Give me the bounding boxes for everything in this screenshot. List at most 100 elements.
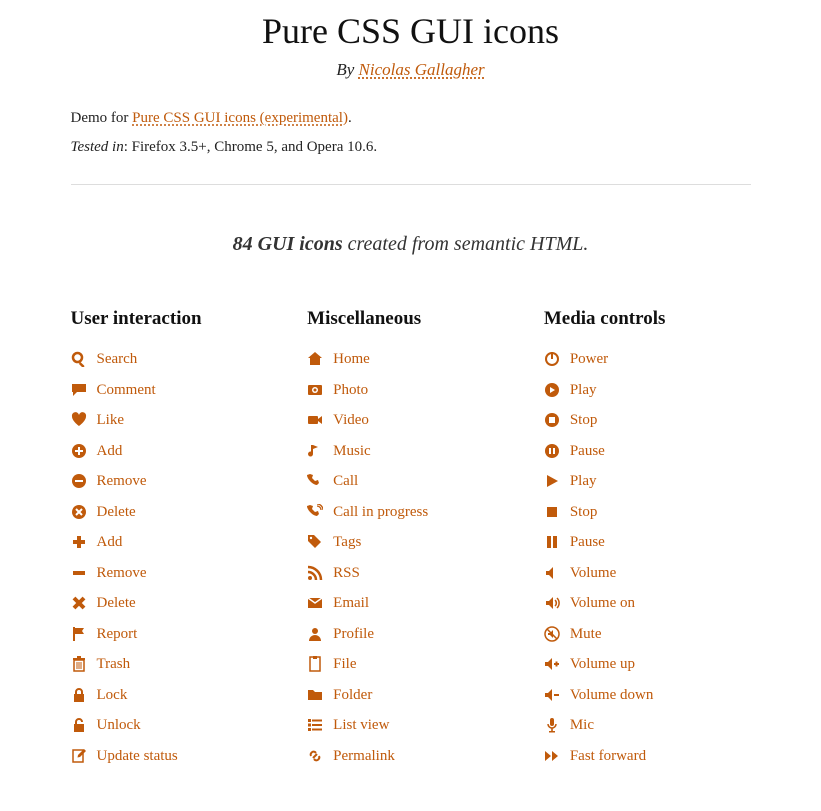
list-item[interactable]: Video — [307, 405, 514, 436]
list-item[interactable]: Pause — [544, 436, 751, 467]
file-icon — [307, 655, 331, 673]
item-label: Fast forward — [568, 745, 646, 768]
volume-icon — [544, 564, 568, 582]
byline: By Nicolas Gallagher — [71, 60, 751, 80]
column: MiscellaneousHomePhotoVideoMusicCallCall… — [307, 308, 514, 771]
flag-icon — [71, 625, 95, 643]
list-item[interactable]: Power — [544, 344, 751, 375]
item-label: Email — [331, 592, 369, 615]
list-item[interactable]: Comment — [71, 375, 278, 406]
list-item[interactable]: List view — [307, 710, 514, 741]
list-item[interactable]: Remove — [71, 466, 278, 497]
item-label: Stop — [568, 501, 598, 524]
list-item[interactable]: Mute — [544, 619, 751, 650]
list-item[interactable]: Delete — [71, 588, 278, 619]
volume-up-icon — [544, 655, 568, 673]
item-label: Video — [331, 409, 369, 432]
column-heading: User interaction — [71, 308, 278, 330]
power-icon — [544, 350, 568, 368]
lock-icon — [71, 686, 95, 704]
list-item[interactable]: Volume down — [544, 680, 751, 711]
item-label: Home — [331, 348, 370, 371]
list-item[interactable]: Music — [307, 436, 514, 467]
volume-on-icon — [544, 594, 568, 612]
folder-icon — [307, 686, 331, 704]
list-item[interactable]: Delete — [71, 497, 278, 528]
item-label: Remove — [95, 562, 147, 585]
list-item[interactable]: Folder — [307, 680, 514, 711]
play-icon — [544, 472, 568, 490]
item-label: List view — [331, 714, 389, 737]
item-label: Permalink — [331, 745, 395, 768]
list-item[interactable]: File — [307, 649, 514, 680]
item-label: Lock — [95, 684, 128, 707]
pause-icon — [544, 533, 568, 551]
tested-label: Tested in — [71, 139, 124, 155]
search-icon — [71, 350, 95, 368]
icon-list: Power Play Stop Pause Play Stop Pause Volume Vol… — [544, 344, 751, 771]
item-label: Call — [331, 470, 358, 493]
x-icon — [71, 594, 95, 612]
list-item[interactable]: RSS — [307, 558, 514, 589]
list-item[interactable]: Fast forward — [544, 741, 751, 772]
list-item[interactable]: Call in progress — [307, 497, 514, 528]
list-item[interactable]: Mic — [544, 710, 751, 741]
author-link[interactable]: Nicolas Gallagher — [359, 60, 485, 79]
list-item[interactable]: Stop — [544, 497, 751, 528]
icon-list: SearchComment Like Add Remove Delete Add Remov… — [71, 344, 278, 771]
summary: 84 GUI icons created from semantic HTML. — [71, 233, 751, 256]
item-label: Add — [95, 531, 123, 554]
list-item[interactable]: Stop — [544, 405, 751, 436]
summary-strong: 84 GUI icons — [233, 233, 343, 255]
list-item[interactable]: Remove — [71, 558, 278, 589]
item-label: Volume up — [568, 653, 635, 676]
list-item[interactable]: Permalink — [307, 741, 514, 772]
list-item[interactable]: Search — [71, 344, 278, 375]
list-item[interactable]: Update status — [71, 741, 278, 772]
icon-list: Home Photo Video Music Call Call in progress T… — [307, 344, 514, 771]
list-item[interactable]: Volume up — [544, 649, 751, 680]
list-item[interactable]: Email — [307, 588, 514, 619]
tested-line: Tested in: Firefox 3.5+, Chrome 5, and O… — [71, 139, 751, 156]
list-item[interactable]: Play — [544, 375, 751, 406]
item-label: Tags — [331, 531, 361, 554]
list-item[interactable]: Add — [71, 436, 278, 467]
list-item[interactable]: Profile — [307, 619, 514, 650]
item-label: Play — [568, 470, 597, 493]
video-icon — [307, 411, 331, 429]
trash-icon — [71, 655, 95, 673]
item-label: Trash — [95, 653, 131, 676]
list-item[interactable]: Photo — [307, 375, 514, 406]
item-label: File — [331, 653, 356, 676]
minus-circle-icon — [71, 472, 95, 490]
list-icon — [307, 716, 331, 734]
edit-icon — [71, 747, 95, 765]
list-item[interactable]: Home — [307, 344, 514, 375]
item-label: Play — [568, 379, 597, 402]
item-label: Like — [95, 409, 125, 432]
item-label: Pause — [568, 440, 605, 463]
list-item[interactable]: Pause — [544, 527, 751, 558]
list-item[interactable]: Volume — [544, 558, 751, 589]
demo-link[interactable]: Pure CSS GUI icons (experimental) — [132, 110, 348, 126]
list-item[interactable]: Lock — [71, 680, 278, 711]
item-label: Delete — [95, 501, 136, 524]
call-progress-icon — [307, 503, 331, 521]
item-label: Add — [95, 440, 123, 463]
list-item[interactable]: Like — [71, 405, 278, 436]
item-label: Volume — [568, 562, 616, 585]
list-item[interactable]: Report — [71, 619, 278, 650]
item-label: Profile — [331, 623, 374, 646]
list-item[interactable]: Unlock — [71, 710, 278, 741]
list-item[interactable]: Play — [544, 466, 751, 497]
plus-circle-icon — [71, 442, 95, 460]
list-item[interactable]: Volume on — [544, 588, 751, 619]
list-item[interactable]: Add — [71, 527, 278, 558]
divider — [71, 184, 751, 185]
list-item[interactable]: Trash — [71, 649, 278, 680]
demo-suffix: . — [348, 110, 352, 126]
list-item[interactable]: Tags — [307, 527, 514, 558]
item-label: Unlock — [95, 714, 141, 737]
list-item[interactable]: Call — [307, 466, 514, 497]
column: Media controlsPowerPlayStopPausePlayStop… — [544, 308, 751, 771]
